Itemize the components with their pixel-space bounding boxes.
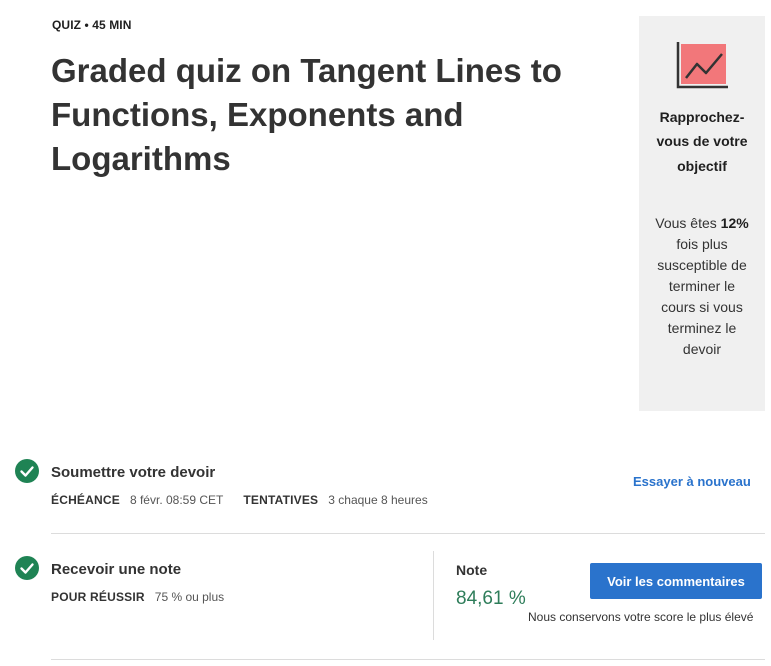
grade-label: Note [456,562,488,578]
grade-value: 84,61 % [456,588,526,609]
due-label: ÉCHÉANCE [51,493,120,507]
grade-meta: POUR RÉUSSIR 75 % ou plus [51,590,224,604]
goal-text-before: Vous êtes [655,215,717,231]
pass-label: POUR RÉUSSIR [51,590,145,604]
goal-highlight: 12% [720,215,749,231]
quiz-eyebrow: QUIZ • 45 MIN [52,18,132,32]
due-value: 8 févr. 08:59 CET [129,493,224,507]
retry-link[interactable]: Essayer à nouveau [633,474,751,489]
goal-card-text: Vous êtes 12% fois plus susceptible de t… [653,213,751,360]
goal-card: Rapprochez-vous de votre objectif Vous ê… [639,16,765,411]
check-circle-icon [15,556,39,580]
check-circle-icon [15,459,39,483]
page-title: Graded quiz on Tangent Lines to Function… [51,52,562,177]
section-divider [51,659,765,660]
goal-card-heading: Rapprochez-vous de votre objectif [656,109,748,174]
attempts-value: 3 chaque 8 heures [328,493,428,507]
pass-value: 75 % ou plus [154,590,225,604]
goal-text-after: fois plus susceptible de terminer le cou… [657,236,747,357]
chart-trend-icon [676,42,728,89]
highest-score-note: Nous conservons votre score le plus élev… [528,610,754,624]
submit-meta: ÉCHÉANCE 8 févr. 08:59 CET TENTATIVES 3 … [51,493,428,507]
submit-title: Soumettre votre devoir [51,464,216,481]
attempts-label: TENTATIVES [243,493,319,507]
section-divider [51,533,765,534]
grade-title: Recevoir une note [51,561,182,578]
grade-vertical-divider [433,551,434,640]
view-feedback-button[interactable]: Voir les commentaires [590,563,762,599]
